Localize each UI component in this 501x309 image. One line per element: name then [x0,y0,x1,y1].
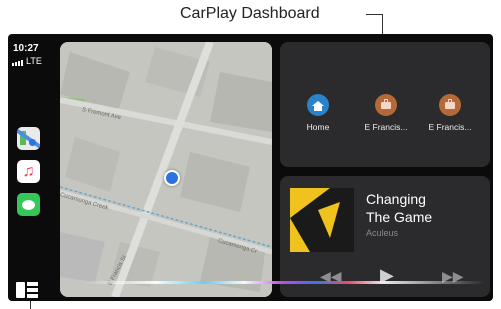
network-type: LTE [26,56,42,66]
map-canvas [60,42,272,297]
shortcut-e-francis-2[interactable]: E Francis... [422,94,478,132]
current-location-dot [164,170,180,186]
music-app-icon[interactable]: ♫ [17,160,40,183]
music-note-icon: ♫ [22,162,35,180]
track-artist: Aculeus [366,228,399,238]
briefcase-icon [375,94,397,116]
track-title: Changing The Game [366,191,433,225]
signal-bars-icon [12,60,23,66]
map-view[interactable]: S Fremont Ave E Francis St Cucamonga Cre… [60,42,272,297]
messages-app-icon[interactable] [17,193,40,216]
side-rail: 10:27 LTE ♫ [8,34,52,301]
dashboard-button[interactable] [16,282,38,298]
callout-label: CarPlay Dashboard [180,5,320,22]
carplay-screen: 10:27 LTE ♫ S Fremont Ave E Francis St C… [8,34,493,301]
siri-listening-bar [84,281,484,284]
shortcut-e-francis-1[interactable]: E Francis... [358,94,414,132]
briefcase-icon [439,94,461,116]
home-icon [307,94,329,116]
callout-line [366,14,382,15]
message-bubble-icon [22,199,35,210]
status-signal: LTE [12,56,42,66]
status-time: 10:27 [13,43,39,54]
maps-app-icon[interactable] [17,127,40,150]
shortcut-home[interactable]: Home [290,94,346,132]
album-art [290,188,354,252]
destination-shortcuts-card: Home E Francis... E Francis... [280,42,490,167]
shortcut-label: E Francis... [428,122,472,132]
now-playing-card[interactable]: Changing The Game Aculeus ◀◀ ▶ ▶▶ [280,176,490,297]
shortcut-label: Home [306,122,330,132]
shortcut-label: E Francis... [364,122,408,132]
